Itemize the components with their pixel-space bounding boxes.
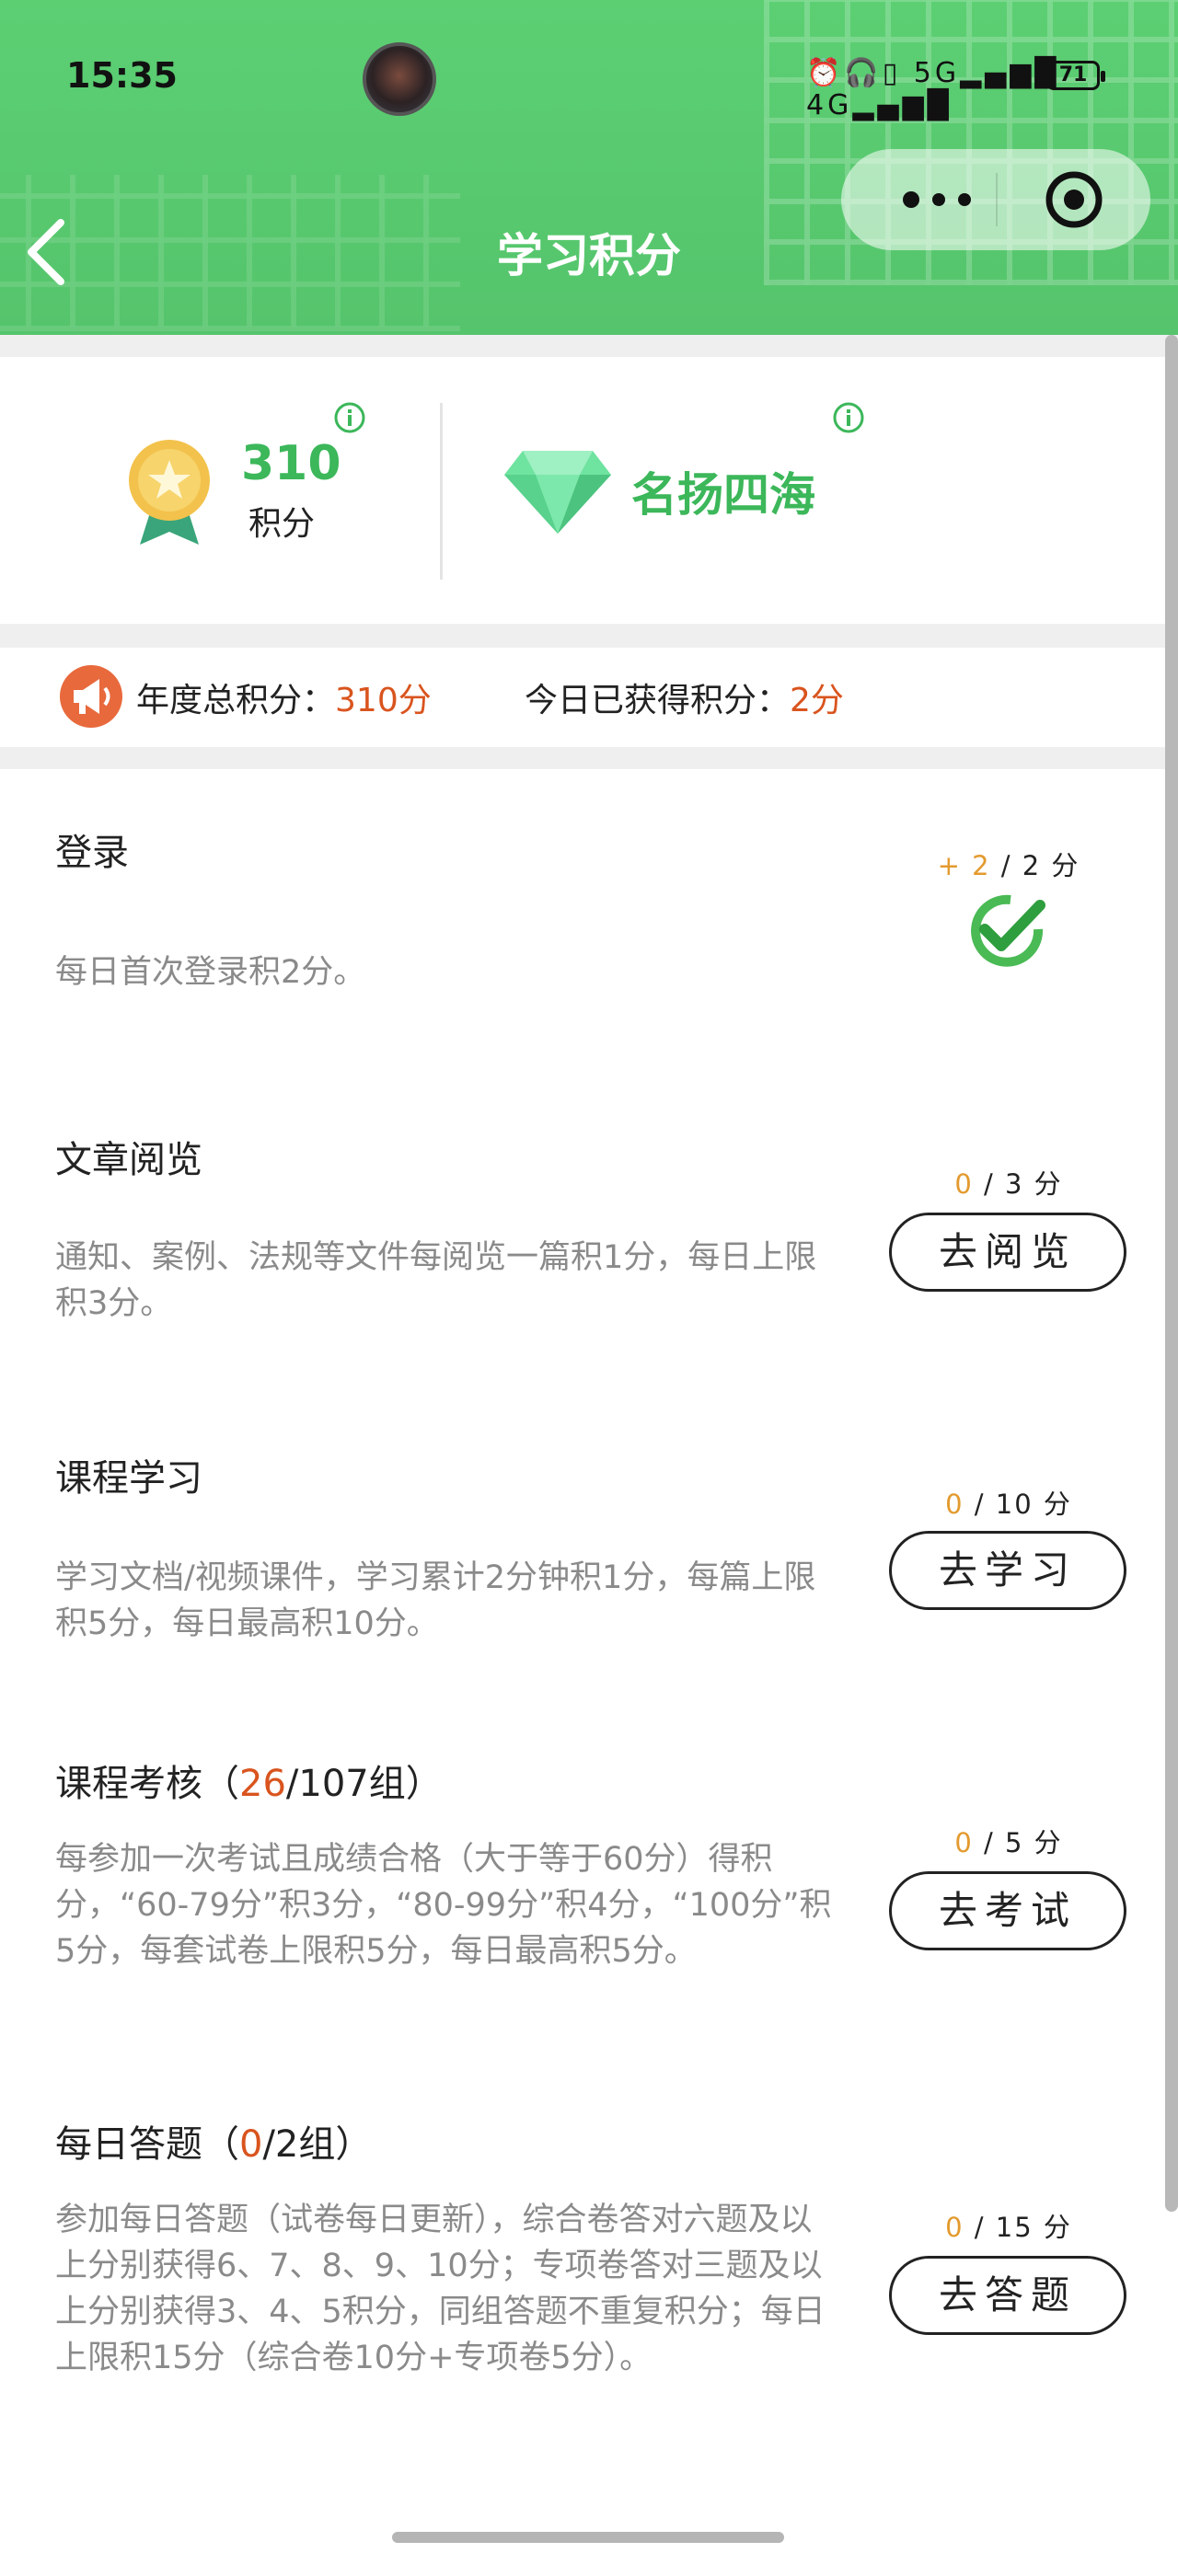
section-divider xyxy=(0,624,1178,648)
battery-icon: 71 xyxy=(1046,61,1105,90)
completed-check-icon xyxy=(971,894,1045,967)
task-score: 0 / 15 分 xyxy=(945,2212,1072,2243)
go-study-button[interactable]: 去学习 xyxy=(889,1531,1126,1610)
medal-icon xyxy=(129,440,210,545)
section-divider xyxy=(0,747,1178,769)
task-title: 课程考核（26/107组） xyxy=(55,1763,443,1805)
points-value: 310 xyxy=(241,436,341,491)
task-score: + 2 / 2 分 xyxy=(937,850,1080,881)
capsule-divider xyxy=(996,173,998,226)
task-description: 每日首次登录积2分。 xyxy=(55,954,366,991)
section-divider xyxy=(0,335,1178,357)
status-time: 15:35 xyxy=(66,55,178,96)
go-exam-button[interactable]: 去考试 xyxy=(889,1871,1126,1950)
home-indicator[interactable] xyxy=(392,2532,784,2543)
info-icon[interactable] xyxy=(832,401,865,434)
task-description: 通知、案例、法规等文件每阅览一篇积1分，每日上限积3分。 xyxy=(55,1239,817,1322)
task-description: 学习文档/视频课件，学习累计2分钟积1分，每篇上限积5分，每日最高积10分。 xyxy=(55,1559,816,1642)
diamond-icon xyxy=(504,451,611,534)
miniprogram-capsule xyxy=(841,149,1150,250)
task-score: 0 / 10 分 xyxy=(945,1489,1072,1520)
summary-divider xyxy=(440,403,443,580)
task-score: 0 / 5 分 xyxy=(954,1827,1063,1858)
scrollbar[interactable] xyxy=(1165,335,1178,2212)
annual-points-value: 310分 xyxy=(335,682,432,719)
close-miniprogram-icon[interactable] xyxy=(1044,169,1104,230)
annual-points-label: 年度总积分： xyxy=(136,682,336,719)
status-avatar xyxy=(363,42,436,116)
today-points-value: 2分 xyxy=(790,682,844,719)
level-name: 名扬四海 xyxy=(631,468,815,522)
more-options-icon[interactable] xyxy=(884,178,994,221)
task-score: 0 / 3 分 xyxy=(954,1168,1063,1200)
header-bar: 15:35 ⏰🎧▯ 5G▂▄▆█ 4G▂▄▆█ 71 学习积分 xyxy=(0,0,1178,335)
task-description: 参加每日答题（试卷每日更新），综合卷答对六题及以上分别获得6、7、8、9、10分… xyxy=(55,2202,826,2376)
task-title: 文章阅览 xyxy=(55,1139,202,1181)
task-title: 课程学习 xyxy=(55,1457,202,1500)
status-icons: ⏰🎧▯ 5G▂▄▆█ 4G▂▄▆█ xyxy=(806,57,1060,121)
annual-points: 年度总积分：310分 xyxy=(136,673,432,721)
go-read-button[interactable]: 去阅览 xyxy=(889,1213,1126,1292)
go-answer-button[interactable]: 去答题 xyxy=(889,2256,1126,2335)
task-description: 每参加一次考试且成绩合格（大于等于60分）得积分，“60-79分”积3分，“80… xyxy=(55,1841,832,1970)
megaphone-icon xyxy=(60,665,122,728)
today-points: 今日已获得积分：2分 xyxy=(525,673,844,721)
points-label: 积分 xyxy=(248,505,316,543)
task-title: 每日答题（0/2组） xyxy=(55,2123,373,2166)
info-icon[interactable] xyxy=(333,401,366,434)
task-title: 登录 xyxy=(55,832,129,874)
today-points-label: 今日已获得积分： xyxy=(525,682,791,719)
